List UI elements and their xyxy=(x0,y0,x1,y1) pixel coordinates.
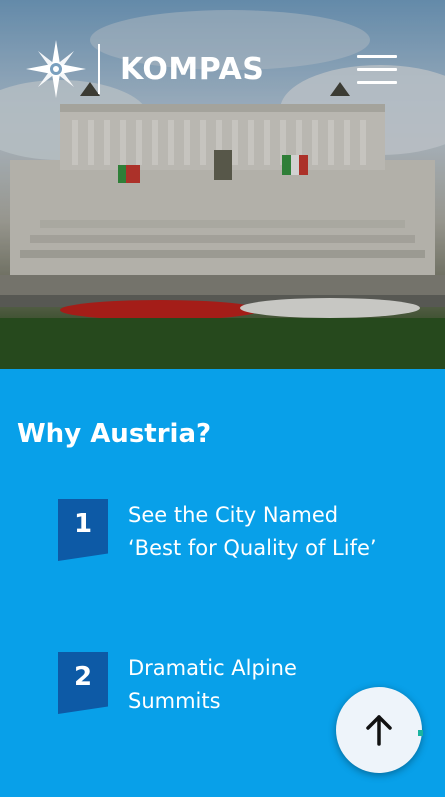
section-title: Why Austria? xyxy=(17,419,212,449)
reason-text: See the City Named ‘Best for Quality of … xyxy=(128,503,377,560)
hamburger-icon-line xyxy=(357,68,397,71)
reason-number-badge: 2 xyxy=(58,652,108,714)
logo-wordmark: KOMPAS xyxy=(120,51,265,87)
chat-widget-edge[interactable] xyxy=(418,730,423,736)
hamburger-icon xyxy=(357,55,397,58)
arrow-up-icon xyxy=(366,715,392,746)
hero-image: KOMPAS xyxy=(0,0,445,369)
compass-star-icon xyxy=(26,40,86,98)
hamburger-icon-line xyxy=(357,81,397,84)
reason-number: 2 xyxy=(73,662,93,692)
back-to-top-button[interactable] xyxy=(336,687,422,773)
reason-number-badge: 1 xyxy=(58,499,108,561)
site-logo[interactable]: KOMPAS xyxy=(26,40,264,98)
logo-divider xyxy=(98,44,100,94)
menu-button[interactable] xyxy=(357,55,397,85)
reason-number: 1 xyxy=(73,509,93,539)
